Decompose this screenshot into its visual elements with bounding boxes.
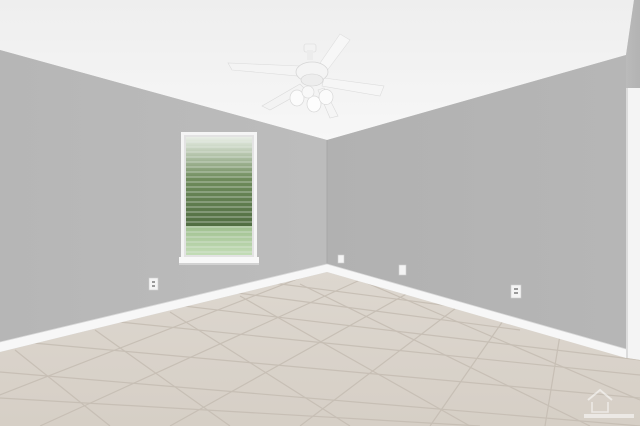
outlet-right-wall: [510, 284, 522, 299]
door-trim-shadow: [626, 88, 628, 374]
outlet-left-wall: [148, 277, 159, 291]
window-lawn: [186, 226, 252, 255]
outlet-corner: [337, 254, 345, 264]
door-trim: [626, 88, 640, 374]
window: [179, 132, 259, 265]
room-photo: [0, 0, 640, 426]
window-sill: [179, 257, 259, 264]
outlet-back-wall: [398, 264, 407, 276]
